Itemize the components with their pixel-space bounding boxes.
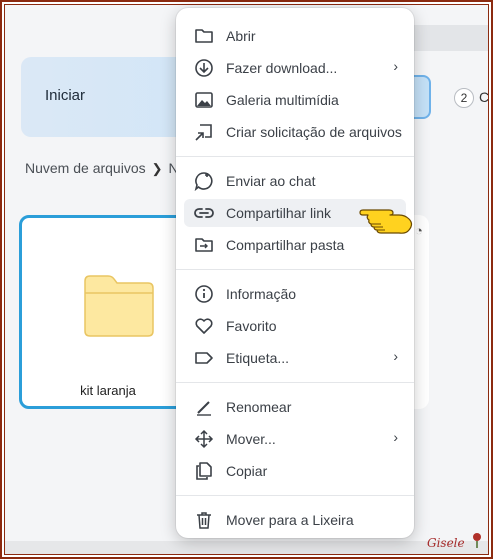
breadcrumb-item-cloud[interactable]: Nuvem de arquivos [25, 160, 146, 176]
image-icon [195, 92, 213, 108]
menu-item-trash[interactable]: Mover para a Lixeira [184, 506, 406, 534]
chevron-right-icon: › [393, 348, 398, 364]
menu-item-favorite[interactable]: Favorito [184, 312, 406, 340]
folder-icon [84, 275, 154, 337]
share-folder-icon [195, 238, 213, 252]
info-icon [195, 285, 213, 303]
folder-icon [195, 29, 213, 43]
menu-item-move[interactable]: Mover... › [184, 425, 406, 453]
heart-icon [195, 318, 213, 334]
chevron-right-icon: › [393, 429, 398, 445]
link-icon [194, 208, 214, 218]
menu-item-label: Renomear [226, 399, 292, 415]
file-request-icon [195, 124, 212, 141]
menu-item-label: Enviar ao chat [226, 173, 316, 189]
menu-item-label: Compartilhar link [226, 205, 332, 221]
menu-item-share-folder[interactable]: Compartilhar pasta [184, 231, 406, 259]
bottom-strip [5, 541, 488, 554]
menu-item-tag[interactable]: Etiqueta... › [184, 344, 406, 372]
pointing-hand-icon [359, 209, 413, 234]
menu-item-download[interactable]: Fazer download... › [184, 54, 406, 82]
menu-item-info[interactable]: Informação [184, 280, 406, 308]
menu-item-open[interactable]: Abrir [184, 22, 406, 50]
folder-card[interactable]: kit laranja [19, 215, 197, 409]
menu-item-copy[interactable]: Copiar [184, 457, 406, 485]
chevron-right-icon: › [393, 58, 398, 74]
menu-divider [176, 269, 414, 270]
upload-button[interactable] [413, 75, 431, 119]
menu-item-send-chat[interactable]: Enviar ao chat [184, 167, 406, 195]
start-label: Iniciar [45, 87, 86, 104]
copy-icon [196, 462, 212, 480]
menu-item-media-gallery[interactable]: Galeria multimídia [184, 86, 406, 114]
menu-divider [176, 495, 414, 496]
chat-icon [194, 172, 213, 191]
rose-icon [473, 533, 481, 548]
signature: Gisele [427, 536, 465, 550]
folder-name: kit laranja [80, 383, 136, 398]
menu-item-label: Etiqueta... [226, 350, 290, 366]
menu-item-file-request[interactable]: Criar solicitação de arquivos [184, 118, 406, 146]
menu-item-label: Compartilhar pasta [226, 237, 345, 253]
trash-icon [197, 512, 211, 529]
menu-item-label: Mover para a Lixeira [226, 512, 354, 528]
menu-item-label: Galeria multimídia [226, 92, 339, 108]
download-icon [195, 59, 213, 77]
menu-divider [176, 382, 414, 383]
menu-divider [176, 156, 414, 157]
header-action-label: C [479, 89, 489, 105]
menu-item-rename[interactable]: Renomear [184, 393, 406, 421]
menu-item-label: Mover... [226, 431, 276, 447]
pencil-icon [197, 401, 211, 416]
tag-icon [195, 352, 213, 364]
menu-item-label: Copiar [226, 463, 268, 479]
menu-item-label: Abrir [226, 28, 256, 44]
menu-item-label: Criar solicitação de arquivos [226, 124, 402, 140]
menu-item-label: Fazer download... [226, 60, 338, 76]
move-icon [194, 429, 214, 449]
breadcrumb: Nuvem de arquivos ❯ N [25, 160, 179, 177]
context-menu: Abrir Fazer download... › Galeria multim… [176, 8, 414, 538]
chevron-right-icon: ❯ [151, 161, 163, 176]
menu-item-label: Favorito [226, 318, 277, 334]
menu-item-label: Informação [226, 286, 297, 302]
count-badge: 2 [454, 88, 474, 108]
